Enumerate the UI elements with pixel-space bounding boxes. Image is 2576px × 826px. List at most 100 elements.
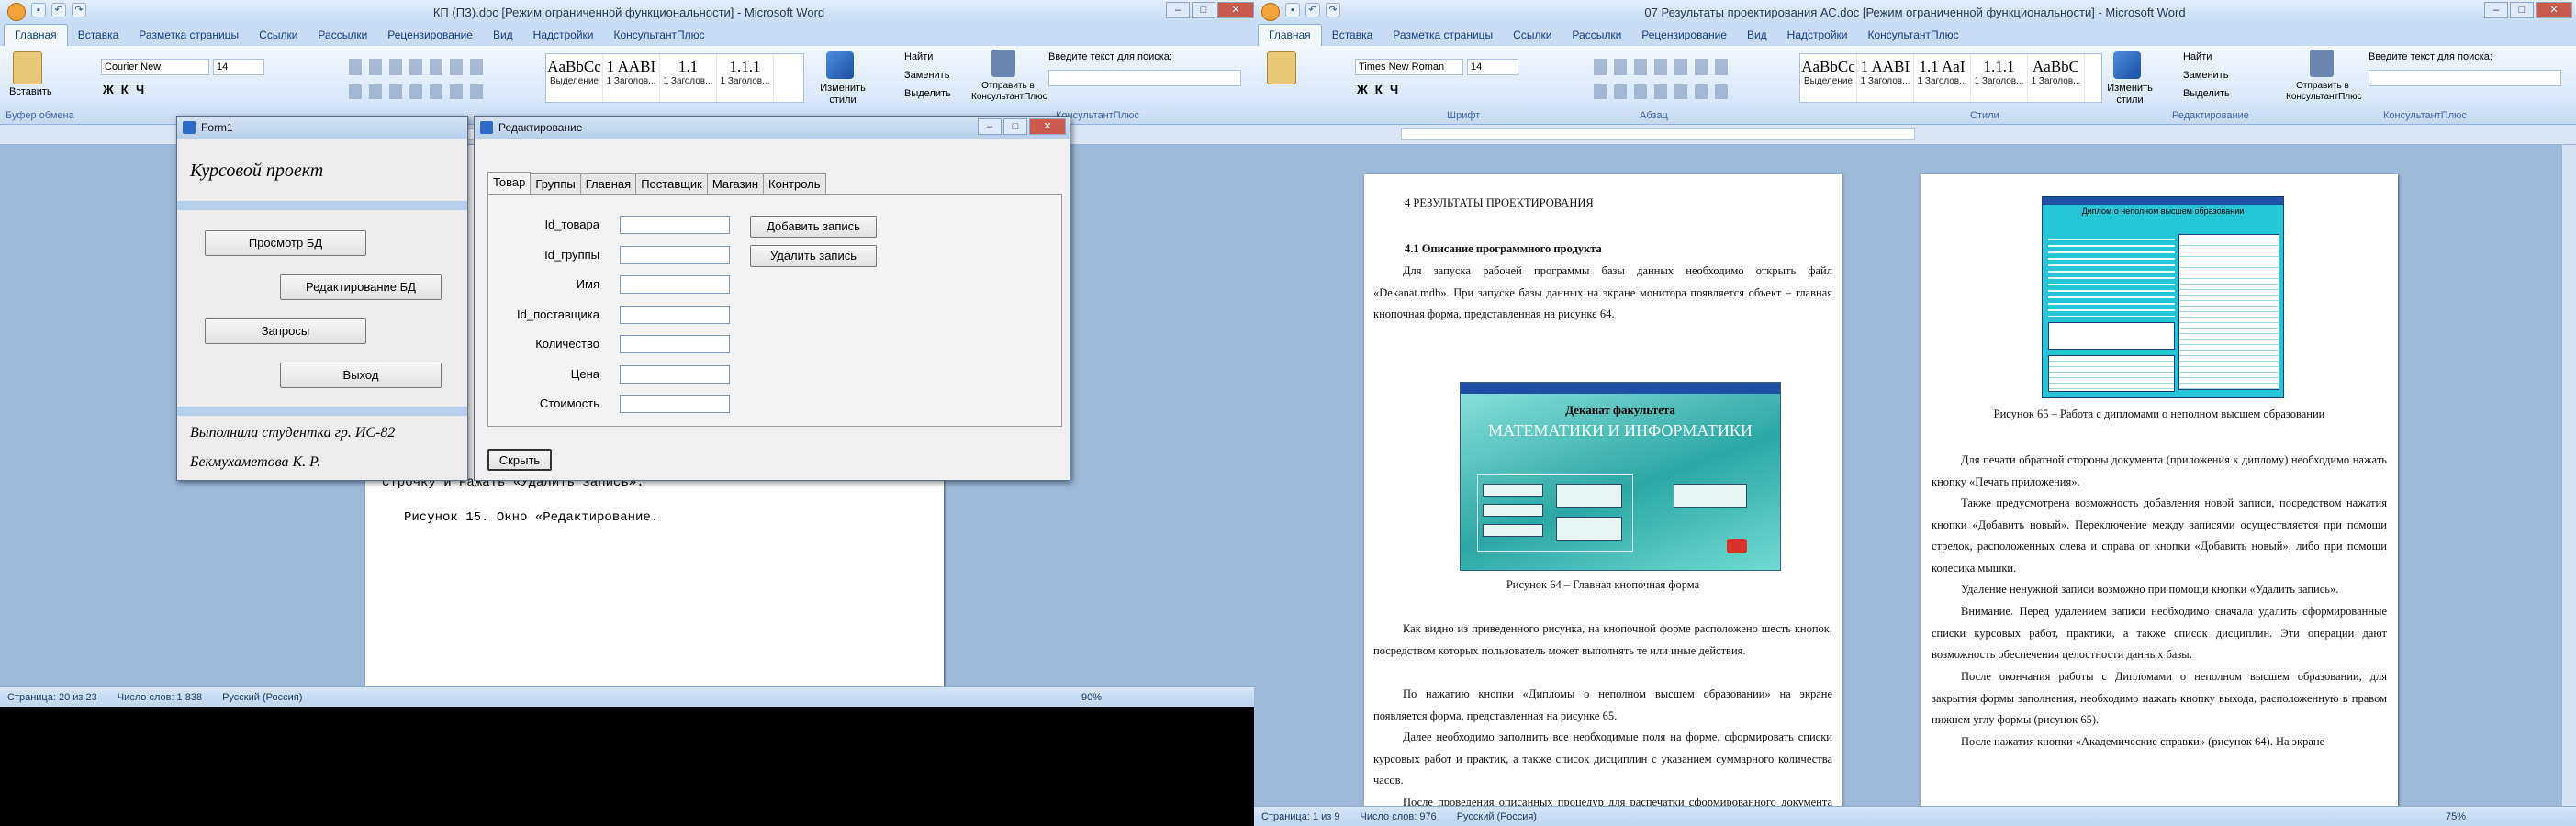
maximize-button[interactable]: □ bbox=[2510, 2, 2534, 18]
edit-db-button[interactable]: Редактирование БД bbox=[280, 274, 442, 300]
language[interactable]: Русский (Россия) bbox=[1457, 811, 1537, 822]
edit-tab[interactable]: Магазин bbox=[706, 173, 765, 195]
search-input[interactable] bbox=[2369, 70, 2561, 86]
style-item[interactable]: 1.1.1 1 Заголов... bbox=[717, 54, 774, 102]
delete-record-button[interactable]: Удалить запись bbox=[750, 245, 877, 267]
save-icon[interactable]: ▪ bbox=[1285, 3, 1300, 17]
edit-tab[interactable]: Товар bbox=[487, 172, 532, 194]
search-input[interactable] bbox=[1048, 70, 1241, 86]
ribbon-tab[interactable]: Вставка bbox=[1322, 25, 1383, 46]
style-item[interactable]: 1.1 1 Заголов... bbox=[660, 54, 717, 102]
minimize-button[interactable]: – bbox=[978, 118, 1002, 135]
close-button[interactable]: ✕ bbox=[1029, 118, 1066, 135]
office-button-icon[interactable] bbox=[7, 3, 26, 21]
ribbon-tab[interactable]: Вид bbox=[483, 25, 523, 46]
word-count[interactable]: Число слов: 976 bbox=[1361, 811, 1437, 822]
field-input[interactable] bbox=[620, 335, 730, 353]
undo-icon[interactable]: ↶ bbox=[51, 3, 66, 17]
vertical-scrollbar[interactable] bbox=[2561, 145, 2576, 806]
undo-icon[interactable]: ↶ bbox=[1305, 3, 1320, 17]
paste-icon[interactable] bbox=[1267, 51, 1296, 84]
page-count[interactable]: Страница: 1 из 9 bbox=[1261, 811, 1340, 822]
align-icons[interactable] bbox=[349, 84, 487, 99]
ribbon-tab[interactable]: Вид bbox=[1737, 25, 1777, 46]
ribbon-tab[interactable]: Рецензирование bbox=[377, 25, 483, 46]
styles-gallery[interactable]: AaBbCc Выделение 1 AABI 1 Заголов... 1.1 AaI… bbox=[1799, 53, 2102, 103]
office-button-icon[interactable] bbox=[1261, 3, 1280, 21]
style-item[interactable]: 1.1 AaI 1 Заголов... bbox=[1914, 54, 1971, 102]
find-button[interactable]: Найти bbox=[2183, 51, 2212, 62]
consultant-label[interactable]: Отправить в КонсультантПлюс bbox=[971, 81, 1047, 103]
save-icon[interactable]: ▪ bbox=[31, 3, 46, 17]
field-input[interactable] bbox=[620, 216, 730, 234]
font-name-combo[interactable]: Times New Roman bbox=[1355, 59, 1463, 75]
ribbon-tab[interactable]: Главная bbox=[4, 24, 68, 46]
exit-button[interactable]: Выход bbox=[280, 363, 442, 388]
list-icons[interactable] bbox=[1594, 59, 1731, 75]
ribbon-tab[interactable]: Разметка страницы bbox=[129, 25, 249, 46]
change-styles-label[interactable]: Изменить стили bbox=[817, 83, 868, 106]
bold-italic-underline-icons[interactable]: ЖКЧ bbox=[103, 83, 151, 96]
close-button[interactable]: ✕ bbox=[2536, 2, 2572, 18]
style-item[interactable]: AaBbCc Выделение bbox=[1800, 54, 1857, 102]
style-item[interactable]: 1 AABI 1 Заголов... bbox=[603, 54, 660, 102]
field-input[interactable] bbox=[620, 395, 730, 413]
add-record-button[interactable]: Добавить запись bbox=[750, 216, 877, 238]
bold-italic-underline-icons[interactable]: ЖКЧ bbox=[1357, 83, 1406, 96]
edit-tab[interactable]: Группы bbox=[530, 173, 581, 195]
ribbon-tab[interactable]: КонсультантПлюс bbox=[1858, 25, 1969, 46]
font-size-combo[interactable]: 14 bbox=[1467, 59, 1518, 75]
replace-button[interactable]: Заменить bbox=[904, 70, 949, 81]
word-count[interactable]: Число слов: 1 838 bbox=[118, 692, 202, 703]
field-input[interactable] bbox=[620, 245, 730, 264]
ribbon-tab[interactable]: Рассылки bbox=[308, 25, 377, 46]
maximize-button[interactable]: □ bbox=[1192, 2, 1215, 18]
change-styles-icon[interactable] bbox=[2113, 51, 2141, 79]
minimize-button[interactable]: – bbox=[2484, 2, 2508, 18]
minimize-button[interactable]: – bbox=[1166, 2, 1190, 18]
styles-gallery[interactable]: AaBbCc Выделение 1 AABI 1 Заголов... 1.1 1 За… bbox=[545, 53, 804, 103]
consultant-icon[interactable] bbox=[2310, 50, 2334, 77]
find-button[interactable]: Найти bbox=[904, 51, 933, 62]
field-input[interactable] bbox=[620, 305, 730, 324]
change-styles-label[interactable]: Изменить стили bbox=[2104, 83, 2156, 106]
maximize-button[interactable]: □ bbox=[1003, 118, 1027, 135]
ribbon-tab[interactable]: Рецензирование bbox=[1631, 25, 1737, 46]
language[interactable]: Русский (Россия) bbox=[222, 692, 302, 703]
style-item[interactable]: 1.1.1 1 Заголов... bbox=[1971, 54, 2028, 102]
ribbon-tab[interactable]: Надстройки bbox=[523, 25, 604, 46]
zoom-level[interactable]: 75% bbox=[2446, 811, 2466, 822]
consultant-icon[interactable] bbox=[991, 50, 1015, 77]
select-button[interactable]: Выделить bbox=[2183, 88, 2230, 99]
style-item[interactable]: 1 AABI 1 Заголов... bbox=[1857, 54, 1914, 102]
ribbon-tab[interactable]: КонсультантПлюс bbox=[604, 25, 715, 46]
ribbon-tab[interactable]: Вставка bbox=[68, 25, 129, 46]
page-count[interactable]: Страница: 20 из 23 bbox=[7, 692, 97, 703]
replace-button[interactable]: Заменить bbox=[2183, 70, 2228, 81]
queries-button[interactable]: Запросы bbox=[205, 318, 366, 344]
ribbon-tab[interactable]: Ссылки bbox=[1503, 25, 1562, 46]
field-input[interactable] bbox=[620, 275, 730, 294]
ribbon-tab[interactable]: Ссылки bbox=[249, 25, 308, 46]
ribbon-tab[interactable]: Главная bbox=[1258, 24, 1322, 46]
select-button[interactable]: Выделить bbox=[904, 88, 951, 99]
style-item[interactable]: AaBbC 1 Заголов... bbox=[2028, 54, 2085, 102]
redo-icon[interactable]: ↷ bbox=[72, 3, 86, 17]
list-icons[interactable] bbox=[349, 59, 487, 75]
edit-tab[interactable]: Поставщик bbox=[635, 173, 708, 195]
hide-button[interactable]: Скрыть bbox=[487, 449, 552, 471]
close-button[interactable]: ✕ bbox=[1217, 2, 1254, 18]
style-item[interactable]: AaBbCc Выделение bbox=[546, 54, 603, 102]
font-size-combo[interactable]: 14 bbox=[213, 59, 264, 75]
view-db-button[interactable]: Просмотр БД bbox=[205, 230, 366, 256]
change-styles-icon[interactable] bbox=[826, 51, 854, 79]
align-icons[interactable] bbox=[1594, 84, 1731, 99]
zoom-level[interactable]: 90% bbox=[1081, 692, 1102, 703]
font-name-combo[interactable]: Courier New bbox=[101, 59, 209, 75]
consultant-label[interactable]: Отправить в КонсультантПлюс bbox=[2286, 81, 2362, 103]
paste-label[interactable]: Вставить bbox=[9, 86, 52, 97]
field-input[interactable] bbox=[620, 364, 730, 384]
ribbon-tab[interactable]: Надстройки bbox=[1777, 25, 1858, 46]
edit-tab[interactable]: Главная bbox=[579, 173, 637, 195]
redo-icon[interactable]: ↷ bbox=[1326, 3, 1340, 17]
